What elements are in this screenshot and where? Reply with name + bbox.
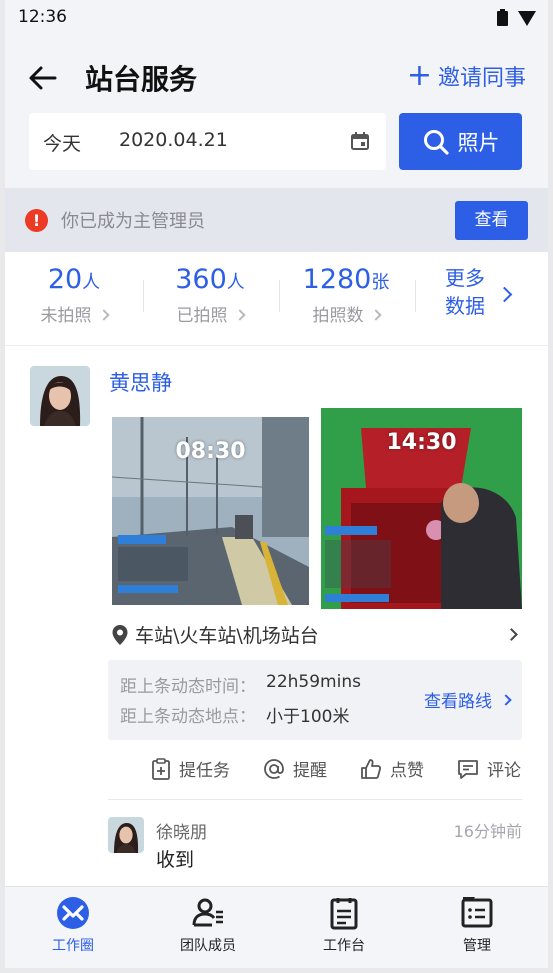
stats-panel: 20人 未拍照 360人 已拍照 1280张 拍照数 更多 数据 — [5, 252, 548, 346]
chevron-right-icon — [500, 693, 512, 706]
place-distance-label: 距上条动态地点： — [120, 707, 256, 727]
stat-unit: 人 — [226, 272, 245, 293]
assign-task-label: 提任务 — [179, 761, 230, 781]
stat-value: 20 — [47, 264, 83, 295]
comment-label: 评论 — [487, 761, 521, 781]
photo-timestamp: 08:30 — [175, 439, 246, 464]
comment-time: 16分钟前 — [453, 822, 522, 841]
time-distance-label: 距上条动态时间： — [120, 677, 256, 697]
page-header: 站台服务 + 邀请同事 今天 2020.04.21 照片 — [5, 36, 548, 188]
stat-value: 1280 — [302, 264, 372, 295]
warning-icon: ! — [25, 209, 48, 232]
plus-icon: + — [406, 58, 432, 93]
signal-icon — [518, 11, 536, 26]
view-route-label: 查看路线 — [424, 692, 492, 712]
tab-workbench[interactable]: 工作台 — [294, 895, 394, 955]
app-screen: 12:36 站台服务 + 邀请同事 今天 2020.04.21 照片 ! 你已成… — [5, 0, 548, 968]
tab-team-members[interactable]: 团队成员 — [158, 895, 258, 955]
like-button[interactable]: 点赞 — [360, 756, 424, 781]
invite-colleague-button[interactable]: + 邀请同事 — [407, 60, 526, 92]
team-members-icon — [192, 898, 223, 927]
more-data-line2: 数据 — [445, 294, 485, 318]
post-author-name[interactable]: 黄思静 — [109, 367, 172, 397]
page-title: 站台服务 — [85, 63, 198, 96]
stat-unit: 人 — [82, 272, 101, 293]
tab-label: 工作台 — [323, 938, 365, 954]
notice-text: 你已成为主管理员 — [61, 211, 205, 232]
search-icon — [423, 129, 449, 155]
divider — [415, 280, 416, 312]
status-time: 12:36 — [18, 7, 67, 27]
calendar-icon[interactable] — [350, 131, 370, 151]
assign-task-button[interactable]: 提任务 — [151, 756, 230, 781]
chevron-right-icon — [369, 309, 382, 321]
place-distance-value: 小于100米 — [266, 707, 350, 727]
stat-label: 未拍照 — [40, 306, 92, 326]
chevron-right-icon[interactable] — [505, 628, 518, 641]
work-circle-icon — [57, 897, 89, 929]
avatar[interactable] — [108, 817, 144, 853]
tab-management[interactable]: 管理 — [427, 895, 527, 955]
divider — [108, 799, 522, 800]
at-sign-icon — [264, 758, 284, 779]
comment-text: 收到 — [156, 849, 195, 871]
tab-label: 工作圈 — [52, 938, 94, 954]
divider — [143, 280, 144, 312]
location-pin-icon — [112, 624, 128, 645]
photo-timestamp: 14:30 — [386, 430, 457, 455]
chevron-right-icon — [233, 309, 246, 321]
invite-label: 邀请同事 — [437, 66, 526, 91]
photo-search-button[interactable]: 照片 — [399, 113, 522, 170]
stat-label: 拍照数 — [312, 306, 364, 326]
comment-author[interactable]: 徐晓朋 — [156, 818, 207, 843]
bottom-tab-bar: 工作圈 团队成员 工作台 管理 — [5, 886, 548, 968]
chevron-right-icon — [97, 309, 110, 321]
back-arrow-icon[interactable] — [25, 60, 61, 96]
like-label: 点赞 — [390, 761, 424, 781]
stat-photo-count[interactable]: 1280张 拍照数 — [291, 264, 401, 326]
stat-not-photographed[interactable]: 20人 未拍照 — [19, 264, 129, 326]
admin-notice-bar: ! 你已成为主管理员 查看 — [5, 188, 548, 252]
stat-value: 360 — [175, 264, 227, 295]
list-icon — [461, 897, 493, 928]
comment-icon — [458, 759, 478, 779]
post-photo[interactable]: 14:30 — [321, 408, 522, 609]
comment-button[interactable]: 评论 — [457, 756, 521, 781]
remind-label: 提醒 — [293, 761, 327, 781]
post-location[interactable]: 车站\火车站\机场站台 — [111, 621, 319, 648]
post-action-bar: 提任务 提醒 点赞 评论 — [5, 756, 548, 786]
clipboard-icon — [330, 898, 358, 930]
date-value: 2020.04.21 — [119, 129, 228, 151]
view-route-link[interactable]: 查看路线 — [424, 687, 512, 712]
stat-label: 已拍照 — [176, 306, 228, 326]
movement-info-box: 距上条动态时间： 22h59mins 距上条动态地点： 小于100米 查看路线 — [108, 660, 522, 740]
time-distance-value: 22h59mins — [266, 672, 361, 692]
thumbs-up-icon — [361, 758, 382, 779]
remind-button[interactable]: 提醒 — [263, 756, 327, 781]
photo-button-label: 照片 — [457, 130, 500, 155]
date-picker[interactable]: 今天 2020.04.21 — [29, 113, 386, 170]
chevron-right-icon — [496, 286, 513, 303]
tab-label: 团队成员 — [180, 938, 236, 954]
tab-label: 管理 — [463, 938, 491, 954]
more-data-link[interactable]: 更多 数据 — [445, 264, 485, 320]
stat-unit: 张 — [371, 272, 390, 293]
post-photo[interactable]: 08:30 — [112, 417, 309, 605]
status-bar: 12:36 — [5, 0, 548, 36]
stat-photographed[interactable]: 360人 已拍照 — [155, 264, 265, 326]
avatar[interactable] — [30, 366, 90, 426]
more-data-line1: 更多 — [445, 266, 485, 290]
battery-icon — [497, 9, 508, 26]
task-icon — [152, 757, 170, 780]
divider — [279, 280, 280, 312]
location-text: 车站\火车站\机场站台 — [135, 625, 319, 647]
date-prefix: 今天 — [43, 133, 82, 155]
notice-view-button[interactable]: 查看 — [455, 201, 528, 240]
tab-work-circle[interactable]: 工作圈 — [23, 895, 123, 955]
